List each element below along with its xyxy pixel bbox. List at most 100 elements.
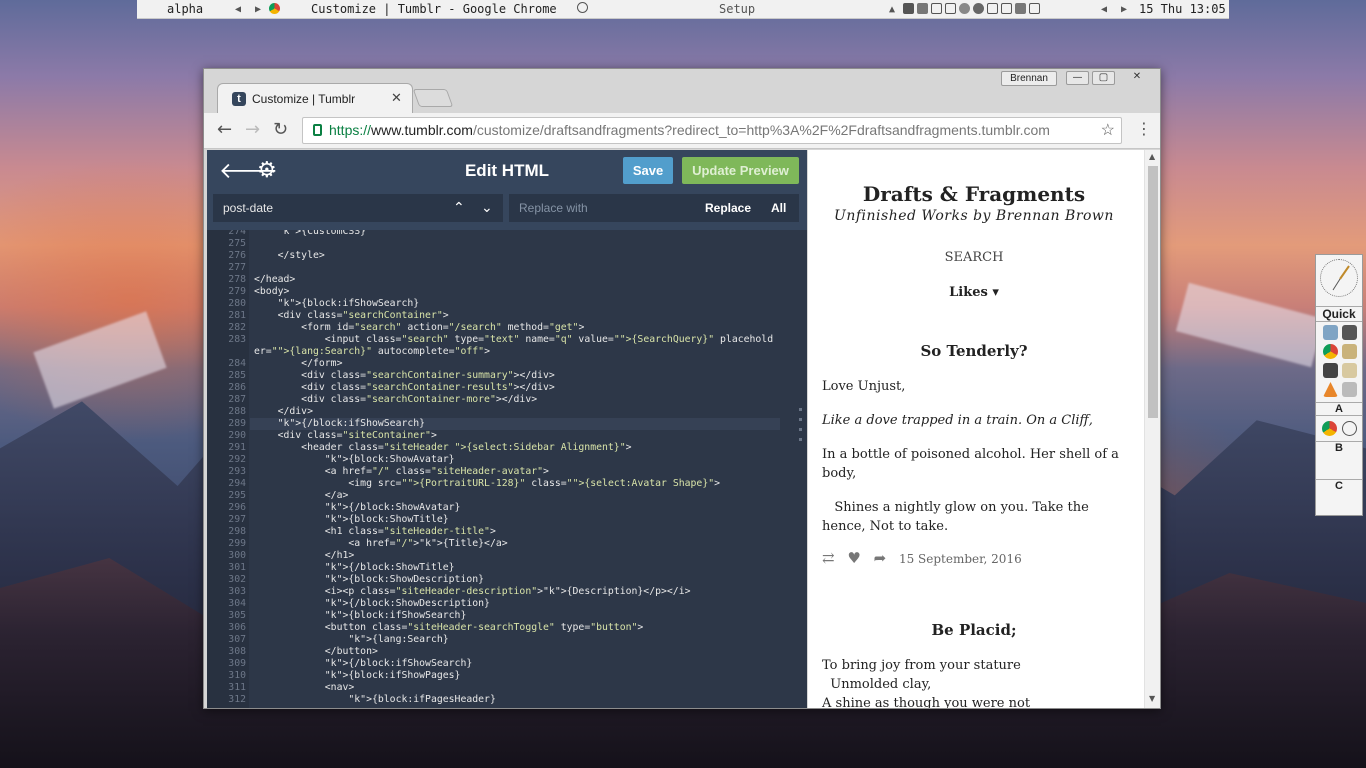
scroll-up-icon[interactable]: ▲	[1149, 152, 1155, 161]
panel-up-icon[interactable]: ▲	[889, 4, 895, 15]
panel-prev-icon[interactable]: ◀	[235, 4, 241, 15]
code-line[interactable]: </a>	[254, 490, 349, 502]
code-line[interactable]: </form>	[254, 358, 342, 370]
terminal-icon[interactable]	[1323, 325, 1338, 340]
scroll-icon[interactable]	[1342, 363, 1357, 378]
code-line[interactable]: "k">{block:ifShowSearch}	[254, 298, 420, 310]
chrome-icon[interactable]	[1322, 421, 1337, 436]
reload-icon[interactable]: ↻	[273, 121, 288, 139]
code-line[interactable]: er="">{lang:Search}" autocomplete="off">	[254, 346, 490, 358]
code-line[interactable]: <input class="search" type="text" name="…	[254, 334, 773, 346]
blog-title[interactable]: Drafts & Fragments	[808, 182, 1140, 206]
code-line[interactable]: <a href="/" class="siteHeader-avatar">	[254, 466, 549, 478]
post-date[interactable]: 15 September, 2016	[899, 552, 1022, 566]
back-arrow-icon[interactable]: ←	[217, 121, 232, 139]
code-line[interactable]: <header class="siteHeader ">{select:Side…	[254, 442, 631, 454]
app-icon	[577, 2, 588, 16]
clock-next-icon[interactable]: ▶	[1121, 4, 1127, 15]
setup-label[interactable]: Setup	[719, 2, 755, 16]
profile-button[interactable]: Brennan	[1001, 71, 1057, 86]
vlc-icon[interactable]	[1323, 382, 1338, 397]
post-title[interactable]: So Tenderly?	[808, 342, 1140, 360]
maximize-button[interactable]: ▢	[1092, 71, 1115, 85]
files-icon[interactable]	[1342, 382, 1357, 397]
replace-field[interactable]: Replace with Replace All	[509, 194, 799, 222]
code-line[interactable]: <div class="searchContainer-more"></div>	[254, 394, 537, 406]
line-number: 312	[228, 694, 246, 705]
find-next-icon[interactable]: ⌄	[481, 194, 493, 222]
gear-icon[interactable]: ⚙	[257, 158, 277, 183]
code-line[interactable]: <button class="siteHeader-searchToggle" …	[254, 622, 644, 634]
code-line[interactable]: <div class="searchContainer">	[254, 310, 449, 322]
active-window-title[interactable]: Customize | Tumblr - Google Chrome	[311, 2, 557, 16]
close-window-button[interactable]: ✕	[1118, 71, 1156, 85]
code-line[interactable]: "k">{block:ifShowSearch}	[254, 610, 467, 622]
chrome-menu-icon[interactable]: ⋮	[1136, 119, 1152, 138]
code-line[interactable]: "k">{/block:ShowTitle}	[254, 562, 455, 574]
code-line[interactable]: <body>	[254, 286, 289, 298]
scroll-down-icon[interactable]: ▼	[1149, 694, 1155, 703]
code-line[interactable]: <form id="search" action="/search" metho…	[254, 322, 584, 334]
code-line[interactable]: <a href="/">"k">{Title}</a>	[254, 538, 507, 550]
forward-arrow-icon[interactable]: →	[245, 121, 260, 139]
code-line[interactable]: <div class="searchContainer-results"></d…	[254, 382, 555, 394]
code-line[interactable]: "k">{/block:ShowAvatar}	[254, 502, 461, 514]
bookmark-star-icon[interactable]: ☆	[1101, 118, 1115, 143]
film-icon[interactable]	[1323, 363, 1338, 378]
new-tab-button[interactable]	[412, 89, 454, 107]
code-line[interactable]: <div class="siteContainer">	[254, 430, 437, 442]
preview-scrollbar[interactable]: ▲ ▼	[1144, 150, 1160, 708]
panel-next-icon[interactable]: ▶	[255, 4, 261, 15]
workspace-label[interactable]: alpha	[167, 2, 203, 16]
code-line[interactable]: <div class="searchContainer-summary"></d…	[254, 370, 555, 382]
code-line[interactable]: <nav>	[254, 682, 355, 694]
code-line[interactable]: <i><p class="siteHeader-description">"k"…	[254, 586, 691, 598]
app-icon[interactable]	[1342, 421, 1357, 436]
update-preview-button[interactable]: Update Preview	[682, 157, 799, 184]
code-line[interactable]: "k">{/block:ifShowSearch}	[254, 658, 472, 670]
code-line[interactable]: "k">{/block:ShowDescription}	[254, 598, 490, 610]
notes-icon[interactable]	[1342, 344, 1357, 359]
code-line[interactable]: "k">{block:ShowAvatar}	[254, 454, 455, 466]
scroll-thumb[interactable]	[1148, 166, 1158, 418]
address-bar[interactable]: https://www.tumblr.com/customize/draftsa…	[302, 117, 1122, 144]
code-scroll-grip[interactable]	[799, 408, 802, 448]
tab-close-icon[interactable]: ✕	[391, 90, 402, 106]
code-line[interactable]: </h1>	[254, 550, 355, 562]
replace-button[interactable]: Replace	[705, 194, 751, 222]
code-editor[interactable]: 274 275 276 277 278 279 280 281 282 283 284 285 286 2…	[207, 230, 807, 708]
code-line[interactable]: <h1 class="siteHeader-title">	[254, 526, 496, 538]
save-button[interactable]: Save	[623, 157, 673, 184]
likes-link[interactable]: Likes ▾	[808, 285, 1140, 300]
tab-customize[interactable]: t Customize | Tumblr ✕	[217, 83, 413, 113]
code-line[interactable]: "k">{block:ShowTitle}	[254, 514, 449, 526]
chrome-icon[interactable]	[1323, 344, 1338, 359]
editor-title: Edit HTML	[464, 161, 550, 180]
code-line[interactable]: "k">{block:ShowDescription}	[254, 574, 484, 586]
tray-icons[interactable]	[903, 3, 1043, 17]
code-line[interactable]: </head>	[254, 274, 295, 286]
code-line[interactable]: "k">{/block:ifShowSearch}	[254, 418, 425, 430]
code-line[interactable]: "k">{CustomCSS}	[254, 230, 366, 238]
reblog-icon[interactable]: ⇄	[822, 549, 835, 567]
clock[interactable]: 15 Thu 13:05	[1139, 2, 1226, 16]
code-line[interactable]: </style>	[254, 250, 325, 262]
search-toggle[interactable]: SEARCH	[808, 250, 1140, 265]
line-number: 288	[228, 406, 246, 417]
heart-icon[interactable]: ♥	[847, 549, 860, 567]
find-previous-icon[interactable]: ⌃	[453, 194, 465, 222]
code-line[interactable]: </button>	[254, 646, 378, 658]
replace-all-button[interactable]: All	[771, 194, 786, 222]
url-text[interactable]: https://www.tumblr.com/customize/draftsa…	[329, 118, 1050, 143]
code-line[interactable]: "k">{lang:Search}	[254, 634, 448, 646]
cat-icon[interactable]	[1342, 325, 1357, 340]
post-title[interactable]: Be Placid;	[808, 621, 1140, 639]
clock-prev-icon[interactable]: ◀	[1101, 4, 1107, 15]
minimize-button[interactable]: —	[1066, 71, 1089, 85]
share-icon[interactable]: ➦	[874, 549, 887, 567]
line-number: 275	[228, 238, 246, 249]
code-line[interactable]: "k">{block:ifShowPages}	[254, 670, 461, 682]
code-line[interactable]: <img src="">{PortraitURL-128}" class="">…	[254, 478, 720, 490]
code-line[interactable]: </div>	[254, 406, 313, 418]
code-line[interactable]: "k">{block:ifPagesHeader}	[254, 694, 495, 706]
